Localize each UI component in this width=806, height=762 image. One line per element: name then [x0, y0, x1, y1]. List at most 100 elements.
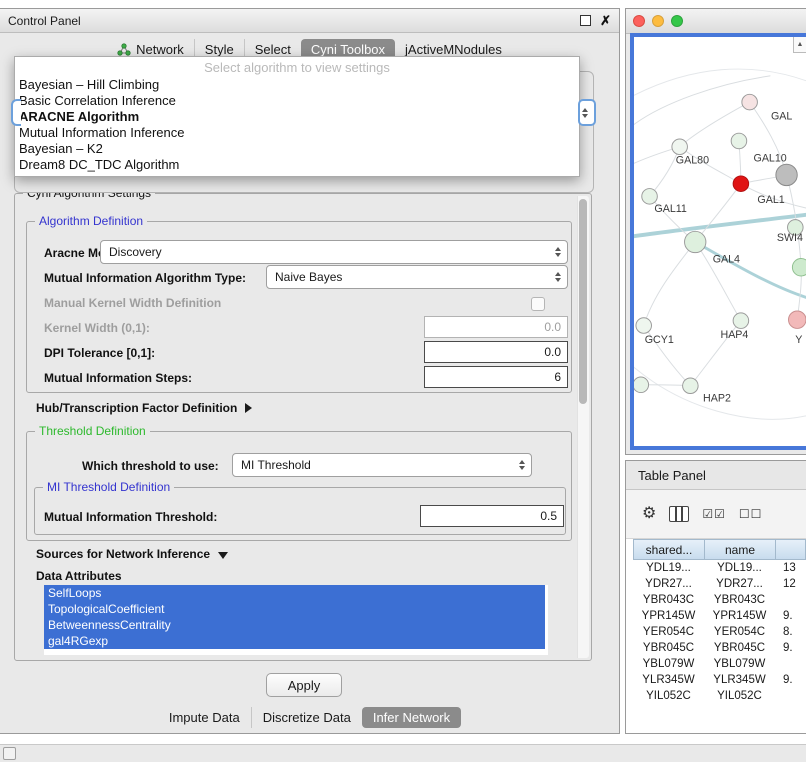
table-row[interactable]: YIL052C YIL052C: [633, 688, 806, 704]
mi-algorithm-type-combo[interactable]: Naive Bayes: [266, 265, 568, 289]
network-node-label: HAP2: [703, 392, 731, 404]
float-window-icon[interactable]: [580, 15, 591, 26]
algorithm-option[interactable]: Bayesian – Hill Climbing: [15, 77, 579, 93]
apply-button[interactable]: Apply: [266, 673, 342, 697]
scrollbar-up-arrow-icon[interactable]: ▲: [793, 37, 806, 53]
combo-arrows-icon: [582, 108, 588, 118]
minimize-traffic-light-icon[interactable]: [652, 15, 664, 27]
data-attributes-list[interactable]: SelfLoopsTopologicalCoefficientBetweenne…: [44, 585, 548, 655]
aracne-mode-combo[interactable]: Discovery: [100, 240, 568, 264]
tab-infer-network[interactable]: Infer Network: [362, 707, 461, 728]
tab-discretize-data-label: Discretize Data: [263, 710, 351, 725]
settings-scrollbar[interactable]: [577, 196, 589, 658]
which-threshold-combo[interactable]: MI Threshold: [232, 453, 532, 477]
network-node[interactable]: [733, 176, 749, 192]
network-edge[interactable]: [644, 242, 696, 326]
table-panel-title: Table Panel: [638, 468, 706, 483]
mi-steps-field[interactable]: 6: [424, 366, 568, 388]
network-node-label: GCY1: [645, 334, 674, 346]
mi-steps-label: Mutual Information Steps:: [44, 371, 192, 385]
which-threshold-label: Which threshold to use:: [82, 459, 219, 473]
algorithm-option[interactable]: ARACNE Algorithm: [15, 109, 579, 125]
table-row[interactable]: YDL19... YDL19... 13: [633, 560, 806, 576]
column-header-partial[interactable]: [776, 540, 805, 559]
network-view[interactable]: ▲ GALGAL80GAL10GAL11GAL1SWI4GAL4GCY1HAP4…: [630, 33, 806, 450]
hub-section-header[interactable]: Hub/Transcription Factor Definition: [36, 401, 252, 415]
data-attribute-item[interactable]: TopologicalCoefficient: [44, 601, 545, 617]
zoom-traffic-light-icon[interactable]: [671, 15, 683, 27]
network-node[interactable]: [683, 378, 699, 394]
algorithm-option[interactable]: Dream8 DC_TDC Algorithm: [15, 157, 579, 173]
network-node[interactable]: [672, 139, 688, 155]
checked-boxes-icon[interactable]: ☑☑: [702, 507, 726, 521]
sources-section-header[interactable]: Sources for Network Inference: [36, 547, 228, 561]
network-window: ▲ GALGAL80GAL10GAL11GAL1SWI4GAL4GCY1HAP4…: [625, 8, 806, 455]
table-row[interactable]: YPR145W YPR145W 9.: [633, 608, 806, 624]
cyni-bottom-tabs: Impute Data Discretize Data Infer Networ…: [0, 707, 619, 728]
network-node[interactable]: [742, 94, 758, 110]
columns-icon[interactable]: [669, 506, 689, 522]
tab-jactivemnodules-label: jActiveMNodules: [405, 42, 502, 57]
table-panel-window: Table Panel ⚙ ☑☑ ☐☐ shared... name YDL19…: [625, 460, 806, 734]
network-node-label: GAL1: [757, 194, 784, 206]
network-node[interactable]: [685, 231, 706, 252]
mi-steps-value: 6: [554, 370, 561, 384]
network-node[interactable]: [636, 318, 652, 334]
network-node[interactable]: [792, 259, 806, 276]
table-row[interactable]: YER054C YER054C 8.: [633, 624, 806, 640]
tab-network-label: Network: [136, 42, 184, 57]
table-row[interactable]: YDR27... YDR27... 12: [633, 576, 806, 592]
dpi-tolerance-label: DPI Tolerance [0,1]:: [44, 346, 155, 360]
mi-threshold-field[interactable]: 0.5: [420, 505, 564, 527]
node-table: shared... name YDL19... YDL19... 13 YDR2…: [633, 539, 806, 704]
control-panel-window: Control Panel ✗ Network Style: [0, 8, 620, 734]
dpi-tolerance-field[interactable]: 0.0: [424, 341, 568, 363]
algorithm-option[interactable]: Bayesian – K2: [15, 141, 579, 157]
mi-algorithm-type-label: Mutual Information Algorithm Type:: [44, 271, 246, 285]
tab-style-label: Style: [205, 42, 234, 57]
network-node[interactable]: [733, 313, 749, 329]
network-node[interactable]: [642, 189, 658, 205]
dpi-tolerance-value: 0.0: [544, 345, 561, 359]
algorithm-combo-left-fragment[interactable]: [11, 99, 21, 126]
apply-button-label: Apply: [288, 678, 321, 693]
algorithm-combo-right-fragment[interactable]: [578, 99, 596, 126]
network-node[interactable]: [634, 377, 649, 393]
table-row[interactable]: YBR045C YBR045C 9.: [633, 640, 806, 656]
combo-arrows-icon: [519, 460, 525, 470]
algorithm-option[interactable]: Mutual Information Inference: [15, 125, 579, 141]
network-canvas[interactable]: GALGAL80GAL10GAL11GAL1SWI4GAL4GCY1HAP4YH…: [634, 37, 806, 446]
algorithm-option[interactable]: Basic Correlation Inference: [15, 93, 579, 109]
table-row[interactable]: YBL079W YBL079W: [633, 656, 806, 672]
close-traffic-light-icon[interactable]: [633, 15, 645, 27]
column-header-shared-name[interactable]: shared...: [634, 540, 705, 559]
network-node[interactable]: [789, 311, 806, 328]
data-attribute-item[interactable]: gal4RGexp: [44, 633, 545, 649]
network-edge[interactable]: [634, 69, 806, 95]
mi-threshold-label: Mutual Information Threshold:: [44, 510, 217, 524]
gear-icon[interactable]: ⚙: [642, 506, 656, 522]
close-icon[interactable]: ✗: [600, 14, 611, 27]
data-attribute-item[interactable]: BetweennessCentrality: [44, 617, 545, 633]
network-node[interactable]: [776, 164, 797, 185]
tab-select-label: Select: [255, 42, 291, 57]
mi-threshold-value: 0.5: [540, 509, 557, 523]
network-node[interactable]: [731, 133, 747, 149]
column-header-name[interactable]: name: [705, 540, 776, 559]
table-row[interactable]: YBR043C YBR043C: [633, 592, 806, 608]
table-row[interactable]: YLR345W YLR345W 9.: [633, 672, 806, 688]
table-panel-header: Table Panel: [626, 461, 806, 490]
settings-scrollbar-thumb[interactable]: [579, 199, 587, 404]
data-attribute-item[interactable]: SelfLoops: [44, 585, 545, 601]
algorithm-dropdown-popup: Select algorithm to view settings Bayesi…: [14, 56, 580, 177]
tab-discretize-data[interactable]: Discretize Data: [251, 707, 362, 728]
sources-section-label: Sources for Network Inference: [36, 547, 210, 561]
tab-impute-data[interactable]: Impute Data: [158, 707, 251, 728]
network-node-label: GAL80: [676, 154, 709, 166]
control-panel-titlebar: Control Panel ✗: [0, 9, 619, 33]
mi-algorithm-type-value: Naive Bayes: [275, 270, 342, 284]
table-header-row: shared... name: [633, 539, 806, 560]
unchecked-boxes-icon[interactable]: ☐☐: [739, 507, 763, 521]
dock-panel-icon[interactable]: [3, 747, 16, 760]
manual-kernel-label: Manual Kernel Width Definition: [44, 296, 221, 310]
